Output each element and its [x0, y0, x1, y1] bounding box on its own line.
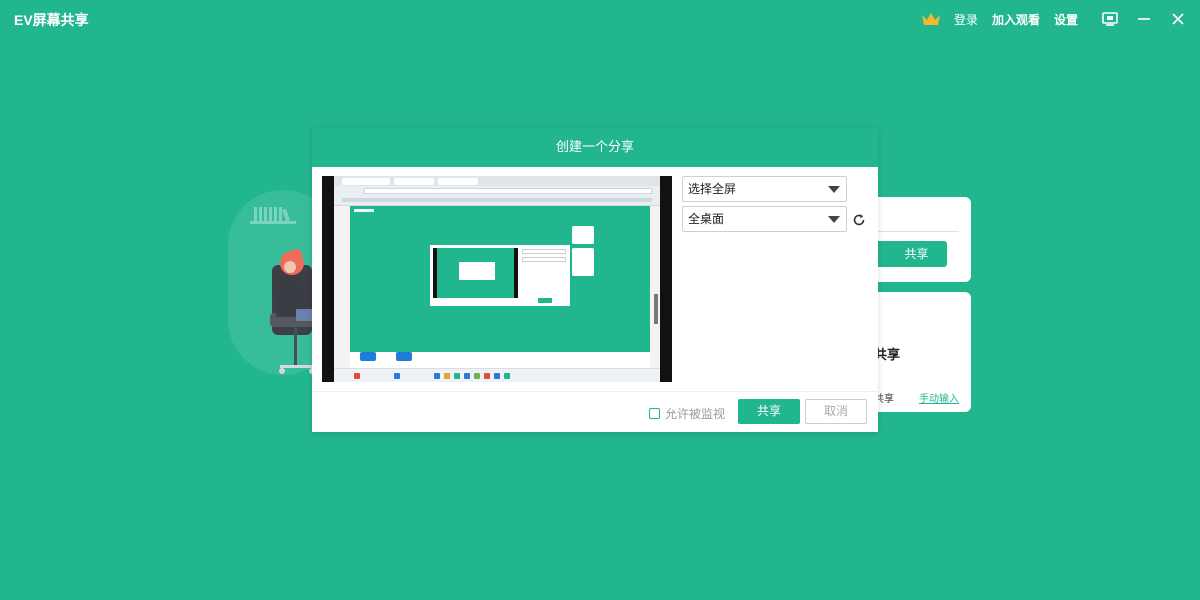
- crown-icon[interactable]: [921, 11, 941, 27]
- app-title: EV屏幕共享: [14, 12, 89, 28]
- screen-preview: [322, 176, 672, 382]
- join-card: 共享 共享 手动输入: [862, 292, 971, 412]
- capture-mode-value: 选择全屏: [688, 182, 737, 196]
- top-navigation: 登录 加入观看 设置: [921, 0, 1200, 38]
- capture-mode-select[interactable]: 选择全屏: [682, 176, 847, 202]
- join-watch-link[interactable]: 加入观看: [992, 11, 1040, 28]
- share-card-top: 共享: [862, 197, 971, 282]
- preview-browser-bar: [334, 176, 660, 206]
- settings-link[interactable]: 设置: [1054, 11, 1078, 28]
- dialog-divider: [312, 391, 878, 392]
- chevron-down-icon: [828, 216, 840, 223]
- monitor-icon: [1102, 12, 1118, 26]
- card-share-button[interactable]: 共享: [872, 241, 947, 267]
- minimize-icon: [1138, 18, 1150, 20]
- preview-screen: [334, 176, 660, 382]
- preview-app-window: [350, 206, 650, 352]
- minimize-button[interactable]: [1136, 11, 1152, 27]
- cancel-button[interactable]: 取消: [805, 399, 867, 424]
- screen-select-value: 全桌面: [688, 212, 725, 226]
- chevron-down-icon: [828, 186, 840, 193]
- refresh-icon[interactable]: [852, 213, 866, 227]
- create-share-dialog: 创建一个分享 选择全屏 全桌面 允许被监视 共享 取消: [312, 127, 878, 432]
- preview-taskbar: [334, 368, 660, 382]
- screen-select[interactable]: 全桌面: [682, 206, 847, 232]
- card-divider: [874, 231, 959, 232]
- share-button[interactable]: 共享: [738, 399, 800, 424]
- monitor-button[interactable]: [1102, 11, 1118, 27]
- close-button[interactable]: [1170, 11, 1186, 27]
- manual-input-link[interactable]: 手动输入: [919, 390, 959, 405]
- close-icon: [1172, 13, 1184, 25]
- allow-monitor-option[interactable]: 允许被监视: [649, 405, 725, 422]
- allow-monitor-checkbox[interactable]: [649, 408, 660, 419]
- dialog-title: 创建一个分享: [312, 127, 878, 167]
- login-link[interactable]: 登录: [954, 11, 978, 28]
- allow-monitor-label: 允许被监视: [665, 407, 726, 421]
